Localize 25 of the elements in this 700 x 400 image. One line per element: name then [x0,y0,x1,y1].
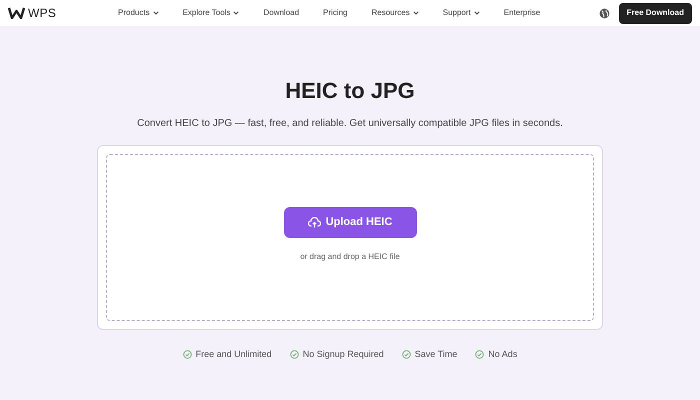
logo-text: WPS [28,5,56,22]
feature-label: Save Time [414,348,458,361]
upload-button[interactable]: Upload HEIC [284,206,416,238]
nav-link[interactable]: Enterprise [504,7,540,19]
page-title: HEIC to JPG [285,80,415,102]
feature-label: No Signup Required [302,348,384,361]
page-subtitle: Convert HEIC to JPG — fast, free, and reliable. Get universally compatible JPG files in seconds. [137,117,563,131]
drop-zone[interactable]: Upload HEIC or drag and drop a HEIC file [106,154,594,321]
nav-link[interactable]: Support [442,7,480,19]
free-download-button[interactable]: Free Download [618,2,692,24]
check-circle-icon [182,350,192,360]
nav-link[interactable]: Explore Tools [182,7,240,19]
check-circle-icon [402,350,411,360]
globe-icon[interactable] [598,8,610,18]
feature-label: No Ads [488,348,518,361]
drop-hint: or drag and drop a HEIC file [300,250,400,262]
nav-link[interactable]: Download [263,7,300,19]
nav-link[interactable]: Products [118,7,159,19]
check-circle-icon [290,350,299,360]
check-circle-icon [475,350,484,360]
nav-link[interactable]: Pricing [323,7,348,19]
cloud-upload-icon [308,216,321,228]
nav-link[interactable]: Resources [372,7,419,19]
feature-label: Free and Unlimited [196,348,272,361]
logo-icon [8,7,25,19]
